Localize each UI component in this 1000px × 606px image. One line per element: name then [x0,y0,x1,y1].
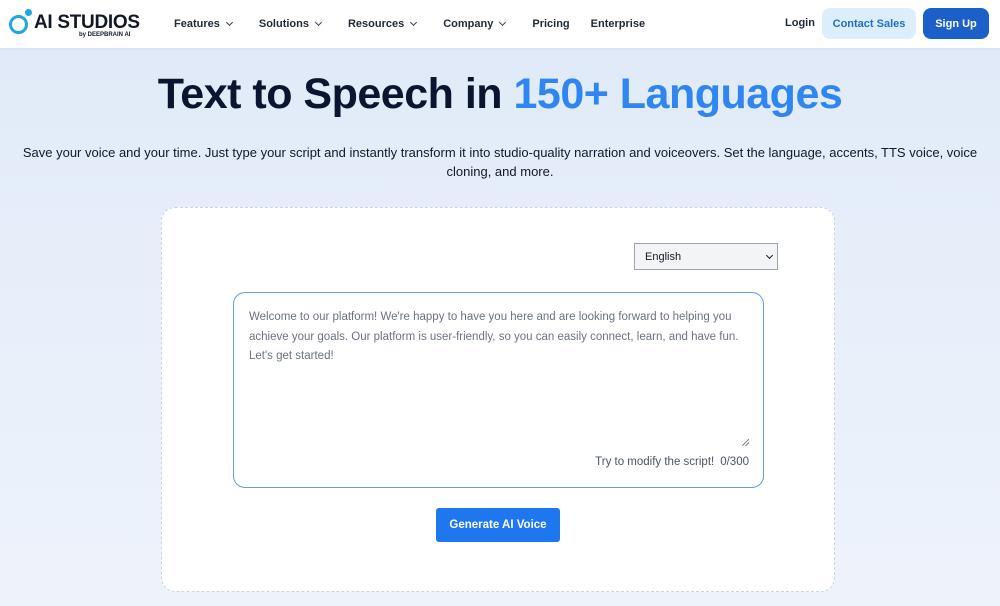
nav-features[interactable]: Features [174,18,233,30]
logo-ring-icon [9,15,28,34]
language-select-value: English [645,250,682,263]
nav-resources[interactable]: Resources [347,18,418,30]
logo-text: AI STUDIOS [34,12,140,33]
chevron-down-icon [499,18,507,27]
tts-demo-card: English Welcome to our platform! We're h… [161,207,835,592]
nav-resources-label: Resources [347,18,405,30]
language-select[interactable]: English [634,243,778,270]
generate-ai-voice-button[interactable]: Generate AI Voice [436,508,560,542]
contact-sales-button[interactable]: Contact Sales [822,8,916,39]
char-counter: 0/300 [720,456,749,468]
page-title: Text to Speech in 150+ Languages [0,70,1000,119]
nav-solutions[interactable]: Solutions [258,18,323,30]
script-textarea[interactable]: Welcome to our platform! We're happy to … [233,292,764,488]
page-title-main: Text to Speech in [157,70,514,118]
chevron-down-icon [314,18,323,27]
script-text: Welcome to our platform! We're happy to … [249,311,739,362]
chevron-down-icon [225,18,233,27]
page-subtitle: Save your voice and your time. Just type… [22,145,978,179]
nav-enterprise[interactable]: Enterprise [591,18,645,30]
nav-company[interactable]: Company [443,18,507,30]
top-navbar: AI STUDIOS by DEEPBRAIN AI Features Solu… [0,0,1000,48]
script-hint-row: Try to modify the script! 0/300 [595,456,749,468]
page-title-accent: 150+ Languages [513,70,843,118]
script-hint: Try to modify the script! [595,456,715,468]
login-link[interactable]: Login [785,17,815,29]
nav-pricing[interactable]: Pricing [532,18,569,30]
nav-enterprise-label: Enterprise [590,18,646,30]
nav-features-label: Features [174,18,220,30]
logo-subtext: by DEEPBRAIN AI [79,32,131,38]
nav-solutions-label: Solutions [258,18,309,30]
resize-handle-icon[interactable] [742,439,749,446]
ai-studios-logo[interactable]: AI STUDIOS by DEEPBRAIN AI [8,8,140,40]
chevron-down-icon [410,18,418,27]
logo-dot-icon [25,9,32,16]
sign-up-button[interactable]: Sign Up [923,8,989,39]
chevron-down-icon [765,251,774,260]
nav-pricing-label: Pricing [532,18,570,30]
main-nav: Features Solutions Resources Company Pri… [174,0,666,48]
nav-company-label: Company [443,18,494,30]
